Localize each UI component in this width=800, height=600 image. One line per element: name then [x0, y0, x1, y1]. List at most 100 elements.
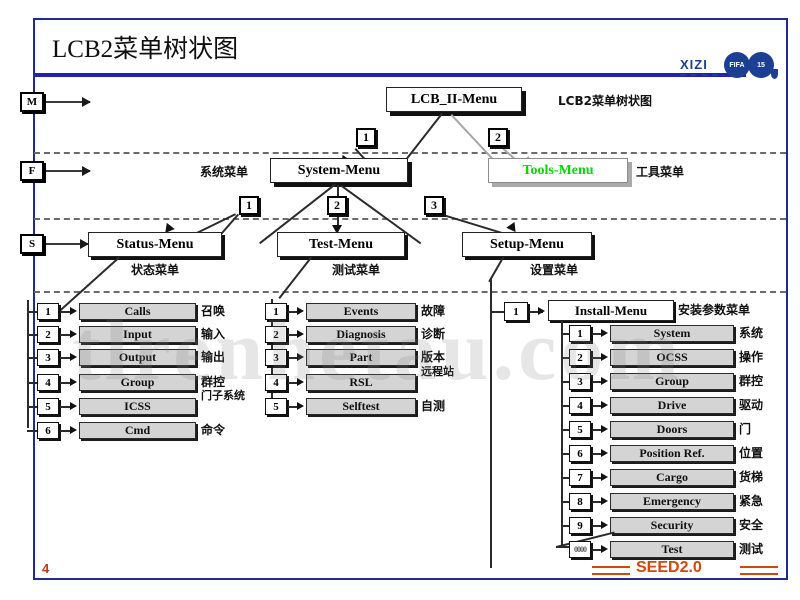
annotation-status-calls: 召唤: [201, 304, 226, 318]
tiparrow: [70, 353, 77, 361]
setup-children-bus: [490, 278, 492, 568]
tiparrow: [70, 426, 77, 434]
numbox-install-3: 3: [569, 373, 591, 390]
leaf-install-position-ref[interactable]: Position Ref.: [610, 445, 734, 462]
tiparrow: [297, 378, 304, 386]
leaf-test-part[interactable]: Part: [306, 349, 416, 366]
annotation-status-cmd: 命令: [201, 423, 226, 437]
leaf-test-selftest[interactable]: Selftest: [306, 398, 416, 415]
leaf-install-test[interactable]: Test: [610, 541, 734, 558]
node-status-menu[interactable]: Status-Menu: [88, 232, 222, 257]
leaf-install-security[interactable]: Security: [610, 517, 734, 534]
leaf-status-icss[interactable]: ICSS: [79, 398, 196, 415]
node-test-menu[interactable]: Test-Menu: [277, 232, 405, 257]
stub-install: [490, 311, 504, 313]
leaf-install-system[interactable]: System: [610, 325, 734, 342]
title-underline: [34, 73, 746, 77]
leaf-status-input[interactable]: Input: [79, 326, 196, 343]
numbox-test-1: 1: [265, 303, 287, 320]
tiparrow: [601, 401, 608, 409]
leaf-install-doors[interactable]: Doors: [610, 421, 734, 438]
leaf-status-output[interactable]: Output: [79, 349, 196, 366]
node-tools-menu[interactable]: Tools-Menu: [488, 158, 628, 183]
stub: [27, 430, 37, 432]
test-menu-annotation: 测试菜单: [332, 263, 381, 277]
stub: [561, 333, 569, 335]
key-arrow-function: [46, 166, 91, 176]
numbox-install-9: 9: [569, 517, 591, 534]
leaf-install-group[interactable]: Group: [610, 373, 734, 390]
annotation-install-security: 安全: [739, 518, 764, 532]
tiparrow: [297, 307, 304, 315]
numbox-install-4: 4: [569, 397, 591, 414]
stub: [27, 382, 37, 384]
annotation-install-drive: 驱动: [739, 398, 764, 412]
key-badge-sub: S: [20, 234, 44, 254]
numbox-status-6: 6: [37, 422, 59, 439]
stub: [27, 406, 37, 408]
numbox-install-7: 7: [569, 469, 591, 486]
leaf-install-cargo[interactable]: Cargo: [610, 469, 734, 486]
tiparrow-install: [538, 307, 545, 315]
annotation-test-part: 版本: [421, 350, 446, 364]
branch-number-system-2: 2: [327, 196, 347, 215]
leaf-install-emergency[interactable]: Emergency: [610, 493, 734, 510]
tiparrow: [601, 377, 608, 385]
tools-menu-annotation: 工具菜单: [636, 165, 685, 179]
fifa-emblem-icon: FIFA: [724, 52, 750, 78]
stub: [561, 429, 569, 431]
leaf-test-events[interactable]: Events: [306, 303, 416, 320]
annotation-test-events: 故障: [421, 304, 446, 318]
tiparrow: [601, 353, 608, 361]
node-root-lcb2-menu[interactable]: LCB_II-Menu: [386, 87, 522, 112]
annotation-install-test: 测试: [739, 542, 764, 556]
footer-rule-right: [740, 566, 778, 575]
footer-brand: SEED2.0: [636, 559, 702, 576]
numbox-install-test: 0000: [569, 541, 591, 558]
key-arrow-main: [46, 97, 91, 107]
tiparrow: [297, 353, 304, 361]
tiparrow: [601, 329, 608, 337]
stub: [561, 357, 569, 359]
node-install-menu[interactable]: Install-Menu: [548, 300, 674, 321]
key-badge-main: M: [20, 92, 44, 112]
annotation-status-input: 输入: [201, 327, 226, 341]
leaf-status-cmd[interactable]: Cmd: [79, 422, 196, 439]
branch-number-system-3: 3: [424, 196, 444, 215]
page-title: LCB2菜单树状图: [52, 36, 239, 63]
stub: [556, 546, 570, 548]
key-badge-function: F: [20, 161, 44, 181]
annotation-test-selftest: 自测: [421, 399, 446, 413]
leaf-test-rsl[interactable]: RSL: [306, 374, 416, 391]
leaf-status-calls[interactable]: Calls: [79, 303, 196, 320]
slide-canvas: LCB2菜单树状图 XIZI FIFA 15 tlrenhetau.com M …: [0, 0, 800, 600]
tiparrow: [70, 378, 77, 386]
stub: [561, 381, 569, 383]
tiparrow: [601, 473, 608, 481]
tiparrow: [601, 521, 608, 529]
leaf-test-diagnosis[interactable]: Diagnosis: [306, 326, 416, 343]
annotation-install-doors: 门: [739, 422, 752, 436]
numbox-test-2: 2: [265, 326, 287, 343]
leaf-status-group[interactable]: Group: [79, 374, 196, 391]
stub: [561, 477, 569, 479]
system-menu-annotation: 系统菜单: [200, 165, 249, 179]
install-children-bus: [561, 321, 563, 546]
tiparrow: [297, 330, 304, 338]
install-menu-annotation: 安装参数菜单: [678, 303, 751, 317]
stub: [561, 453, 569, 455]
stub: [561, 525, 569, 527]
numbox-status-4: 4: [37, 374, 59, 391]
node-system-menu[interactable]: System-Menu: [270, 158, 408, 183]
setup-menu-annotation: 设置菜单: [530, 263, 579, 277]
leaf-install-ocss[interactable]: OCSS: [610, 349, 734, 366]
branch-number-root-2: 2: [488, 128, 508, 147]
annotation-status-icss: 门子系统: [201, 389, 245, 402]
annotation-install-cargo: 货梯: [739, 470, 764, 484]
tiparrow: [601, 545, 608, 553]
key-arrow-sub: [46, 239, 89, 249]
stub: [561, 501, 569, 503]
anniversary-emblem-icon: 15: [748, 52, 778, 79]
node-setup-menu[interactable]: Setup-Menu: [462, 232, 592, 257]
leaf-install-drive[interactable]: Drive: [610, 397, 734, 414]
